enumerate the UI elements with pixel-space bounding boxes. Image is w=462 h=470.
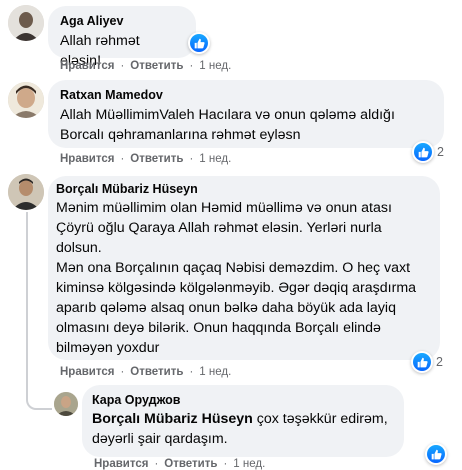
- like-link[interactable]: Нравится: [60, 60, 114, 72]
- reply-link[interactable]: Ответить: [130, 366, 183, 378]
- reply-text: çox təşəkkür edirəm,: [252, 411, 388, 427]
- like-link[interactable]: Нравится: [60, 153, 114, 165]
- reaction-count[interactable]: 2: [436, 355, 443, 369]
- thumbs-up-icon: [194, 38, 205, 48]
- comment-text-line: kiminsə kölgəsində kölgələnməyib. Əgər d…: [56, 280, 417, 296]
- reply-actions: Нравится · Ответить · 1 нед.: [94, 458, 266, 470]
- mentioned-user-link[interactable]: Borçalı Mübariz Hüseyn: [92, 411, 253, 427]
- comment-text-line: Çöyrü oğlu Qaraya Allah rəhmət eləsin. Y…: [56, 220, 382, 236]
- thumbs-up-icon: [431, 449, 442, 459]
- comment-text-line: olmasını deyə bilərik. Onun haqqında Bor…: [56, 320, 381, 336]
- thumbs-up-icon: [417, 357, 428, 367]
- comment-timestamp[interactable]: 1 нед.: [199, 60, 231, 72]
- reaction-count[interactable]: 2: [437, 145, 444, 159]
- like-reaction-badge[interactable]: [412, 141, 434, 163]
- reply-bubble: Кара Оруджов Borçalı Mübariz Hüseyn çox …: [82, 385, 404, 457]
- reply-link[interactable]: Ответить: [130, 153, 183, 165]
- comment-text-line: Mənim müəllimim olan Həmid müəllimə və o…: [56, 200, 392, 216]
- comment-bubble: Borçalı Mübariz Hüseyn Mənim müəllimim o…: [48, 176, 440, 360]
- comment-text-line: bilməyən yoxdur: [56, 340, 160, 356]
- comment-actions: Нравится · Ответить · 1 нед.: [60, 153, 232, 165]
- reply-text-line: Borçalı Mübariz Hüseyn çox təşəkkür edir…: [92, 409, 394, 429]
- like-link[interactable]: Нравится: [60, 366, 114, 378]
- comment-bubble: Ratxan Mamedov Allah MüəllimimValeh Hacı…: [48, 80, 444, 148]
- comment-actions: Нравится · Ответить · 1 нед.: [60, 366, 232, 378]
- comment-timestamp[interactable]: 1 нед.: [199, 366, 231, 378]
- like-link[interactable]: Нравится: [94, 458, 148, 470]
- comment-author[interactable]: Ratxan Mamedov: [60, 88, 432, 102]
- avatar[interactable]: [8, 5, 44, 41]
- comment-text-line: aparıb qələmə alsaq onun bəlkə daha böyü…: [56, 300, 396, 316]
- comment-author[interactable]: Borçalı Mübariz Hüseyn: [56, 182, 432, 196]
- reply-link[interactable]: Ответить: [164, 458, 217, 470]
- like-reaction-badge[interactable]: [425, 443, 447, 465]
- avatar[interactable]: [54, 392, 78, 416]
- thumbs-up-icon: [418, 147, 429, 157]
- reply-timestamp[interactable]: 1 нед.: [233, 458, 265, 470]
- comment-text-line: Allah MüəllimimValeh Hacılara və onun qə…: [60, 107, 395, 123]
- like-reaction-badge[interactable]: [411, 351, 433, 373]
- like-reaction-badge[interactable]: [188, 32, 210, 54]
- comment-text-line: dolsun.: [56, 240, 102, 256]
- avatar[interactable]: [8, 82, 44, 118]
- reply-thread-line: [26, 212, 52, 410]
- comment-bubble: Aga Aliyev Allah rəhmət eləsin!: [48, 6, 210, 69]
- comment-author[interactable]: Aga Aliyev: [60, 14, 184, 28]
- comment-text-line: Mən ona Borçalının qaçaq Nəbisi deməzdim…: [56, 260, 411, 276]
- reply-text-line: dəyərli şair qardaşım.: [92, 431, 228, 447]
- comment-timestamp[interactable]: 1 нед.: [199, 153, 231, 165]
- reply-author[interactable]: Кара Оруджов: [92, 393, 394, 407]
- comment-actions: Нравится · Ответить · 1 нед.: [60, 60, 232, 72]
- comment-text-line: Borcalı qəhramanlarına rəhmət eyləsn: [60, 127, 301, 143]
- reply-link[interactable]: Ответить: [130, 60, 183, 72]
- avatar[interactable]: [8, 174, 44, 210]
